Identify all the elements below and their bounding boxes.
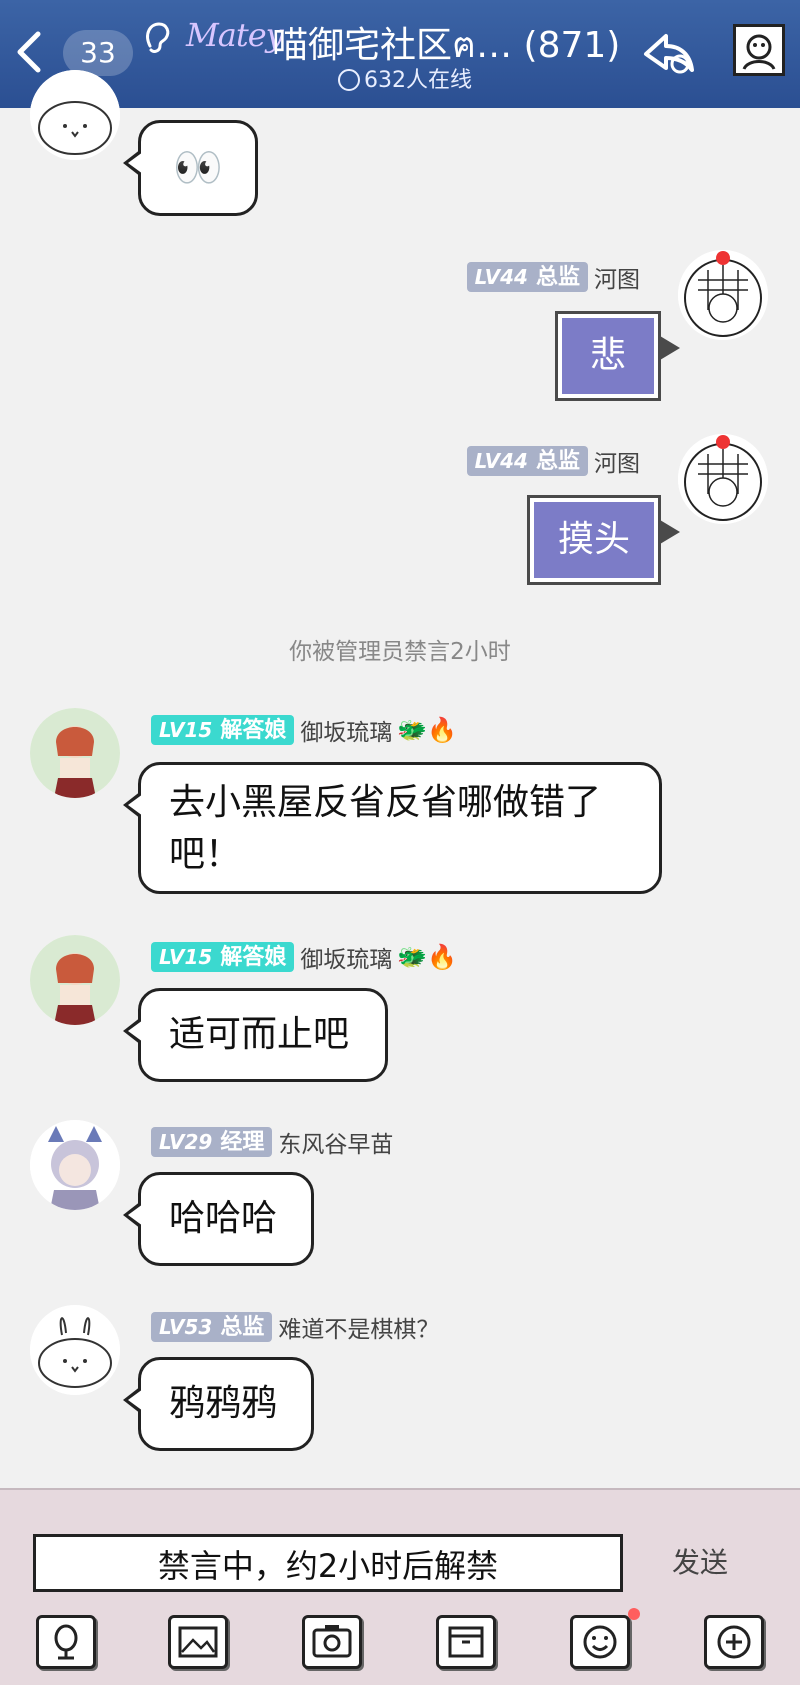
camera-icon[interactable] bbox=[302, 1615, 362, 1669]
user-decorations: 🐲🔥 bbox=[397, 716, 458, 744]
user-avatar-hetu[interactable] bbox=[678, 434, 768, 524]
sender-name[interactable]: 河图 bbox=[594, 451, 640, 477]
message-text-line: 吧！ bbox=[169, 834, 242, 875]
emoji-icon[interactable] bbox=[570, 1615, 630, 1669]
message-bubble[interactable]: 哈哈哈 bbox=[123, 1172, 314, 1266]
level-badge: LV15 解答娘 bbox=[151, 942, 295, 972]
sender-info: LV53 总监 难道不是棋棋？ bbox=[151, 1310, 439, 1343]
system-notice: 你被管理员禁言2小时 bbox=[289, 639, 511, 665]
message-bubble[interactable]: 👀 bbox=[123, 120, 258, 216]
level-badge: LV29 经理 bbox=[151, 1127, 273, 1157]
level-badge: LV44 总监 bbox=[466, 262, 588, 292]
box-icon[interactable] bbox=[436, 1615, 496, 1669]
online-count-text: 632人在线 bbox=[364, 68, 472, 93]
muted-input-field[interactable]: 禁言中，约2小时后解禁 bbox=[33, 1534, 623, 1592]
sender-info: LV15 解答娘 御坂琉璃 🐲🔥 bbox=[151, 940, 458, 973]
user-avatar-bunny[interactable] bbox=[30, 70, 120, 160]
sender-name[interactable]: 东风谷早苗 bbox=[278, 1132, 393, 1158]
share-icon[interactable] bbox=[640, 24, 698, 82]
message-bubble-own[interactable]: 悲 bbox=[555, 311, 680, 401]
level-badge: LV44 总监 bbox=[466, 446, 588, 476]
voice-icon[interactable] bbox=[36, 1615, 96, 1669]
user-avatar-sanae[interactable] bbox=[30, 1120, 120, 1210]
input-bar: 禁言中，约2小时后解禁 发送 bbox=[0, 1488, 800, 1685]
message-text-line: 去小黑屋反省反省哪做错了 bbox=[169, 782, 602, 823]
message-bubble[interactable]: 去小黑屋反省反省哪做错了 吧！ bbox=[123, 762, 662, 894]
message-bubble[interactable]: 适可而止吧 bbox=[123, 988, 388, 1082]
plus-icon[interactable] bbox=[704, 1615, 764, 1669]
online-status: 632人在线 bbox=[338, 62, 472, 94]
sender-name[interactable]: 御坂琉璃 bbox=[300, 720, 392, 746]
message-bubble[interactable]: 鸦鸦鸦 bbox=[123, 1357, 314, 1451]
ear-icon[interactable] bbox=[142, 20, 172, 56]
sender-name[interactable]: 难道不是棋棋？ bbox=[278, 1317, 439, 1343]
sender-info: LV44 总监 河图 bbox=[466, 260, 640, 293]
community-logo: Matey bbox=[186, 16, 284, 54]
level-badge: LV53 总监 bbox=[151, 1312, 273, 1342]
back-arrow-icon[interactable] bbox=[8, 24, 52, 80]
sender-info: LV15 解答娘 御坂琉璃 🐲🔥 bbox=[151, 713, 458, 746]
message-bubble-own[interactable]: 摸头 bbox=[527, 495, 680, 585]
send-button[interactable]: 发送 bbox=[640, 1534, 760, 1592]
user-avatar-hetu[interactable] bbox=[678, 250, 768, 340]
user-avatar-bunny[interactable] bbox=[30, 1305, 120, 1395]
user-avatar-misaka[interactable] bbox=[30, 708, 120, 798]
sender-name[interactable]: 河图 bbox=[594, 267, 640, 293]
user-decorations: 🐲🔥 bbox=[397, 943, 458, 971]
sender-name[interactable]: 御坂琉璃 bbox=[300, 947, 392, 973]
sender-info: LV44 总监 河图 bbox=[466, 444, 640, 477]
sender-info: LV29 经理 东风谷早苗 bbox=[151, 1125, 393, 1158]
level-badge: LV15 解答娘 bbox=[151, 715, 295, 745]
chat-header: 33 Matey 喵御宅社区ฅ… (871) 632人在线 bbox=[0, 0, 800, 108]
notification-dot bbox=[628, 1608, 640, 1620]
group-profile-icon[interactable] bbox=[733, 24, 785, 76]
online-check-icon bbox=[338, 69, 360, 91]
user-avatar-misaka[interactable] bbox=[30, 935, 120, 1025]
image-icon[interactable] bbox=[168, 1615, 228, 1669]
